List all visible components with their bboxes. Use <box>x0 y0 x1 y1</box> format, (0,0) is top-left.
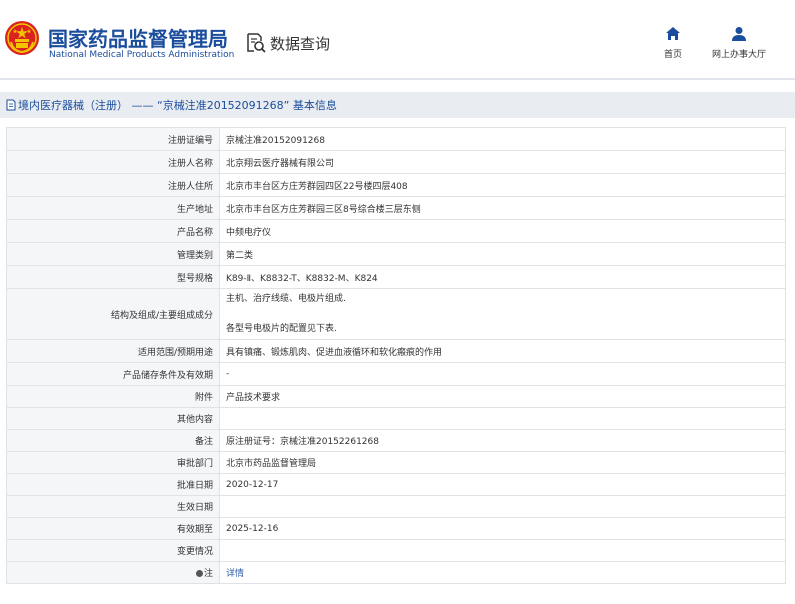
row-value-line: 主机、治疗线缆、电极片组成. <box>226 294 346 304</box>
row-label: 管理类别 <box>6 242 220 266</box>
table-row: 管理类别 第二类 <box>6 242 786 266</box>
nav-online-service-hall-label: 网上办事大厅 <box>711 50 766 60</box>
table-row: 附件 产品技术要求 <box>6 385 786 408</box>
row-label: 生产地址 <box>6 196 220 220</box>
row-label: 注册证编号 <box>6 127 220 151</box>
table-row: 型号规格 K89-Ⅱ、K8832-T、K8832-M、K824 <box>6 265 786 289</box>
row-value: - <box>219 362 786 386</box>
row-label-text: 注 <box>203 569 213 579</box>
page-title: 境内医疗器械（注册） —— “京械注准20152091268” 基本信息 <box>18 99 337 112</box>
row-value-line: 各型号电极片的配置见下表. <box>226 324 337 334</box>
row-label: 变更情况 <box>6 539 220 562</box>
row-label: 备注 <box>6 429 220 452</box>
data-query-label: 数据查询 <box>270 34 331 53</box>
row-value <box>219 407 786 430</box>
row-value <box>219 539 786 562</box>
nav-home-label: 首页 <box>663 50 682 60</box>
table-row: 结构及组成/主要组成成分 主机、治疗线缆、电极片组成. 各型号电极片的配置见下表… <box>6 288 786 340</box>
row-value: 北京翔云医疗器械有限公司 <box>219 150 786 174</box>
national-emblem-logo[interactable] <box>4 20 40 56</box>
details-link[interactable]: 详情 <box>226 569 244 579</box>
table-row: 批准日期 2020-12-17 <box>6 473 786 496</box>
row-label: 批准日期 <box>6 473 220 496</box>
row-value: 详情 <box>219 561 786 584</box>
table-row: 生效日期 <box>6 495 786 518</box>
row-label: 注册人住所 <box>6 173 220 197</box>
site-name: 国家药品监督管理局 <box>48 27 228 51</box>
row-label: 型号规格 <box>6 265 220 289</box>
row-label: 其他内容 <box>6 407 220 430</box>
row-value: 北京市丰台区方庄芳群园四区22号楼四层408 <box>219 173 786 197</box>
table-row: 产品名称 中频电疗仪 <box>6 219 786 243</box>
row-value: 京械注准20152091268 <box>219 127 786 151</box>
table-row: 其他内容 <box>6 407 786 430</box>
row-label: 附件 <box>6 385 220 408</box>
table-row: 变更情况 <box>6 539 786 562</box>
table-row: 备注 原注册证号：京械注准20152261268 <box>6 429 786 452</box>
home-icon <box>666 27 680 40</box>
row-value: 第二类 <box>219 242 786 266</box>
table-row: 注册人名称 北京翔云医疗器械有限公司 <box>6 150 786 174</box>
info-icon <box>195 570 203 577</box>
row-value: 北京市药品监督管理局 <box>219 451 786 474</box>
row-value: K89-Ⅱ、K8832-T、K8832-M、K824 <box>219 265 786 289</box>
table-row: 生产地址 北京市丰台区方庄芳群园三区8号综合楼三层东侧 <box>6 196 786 220</box>
row-label: 有效期至 <box>6 517 220 540</box>
row-label: 注册人名称 <box>6 150 220 174</box>
row-label: 审批部门 <box>6 451 220 474</box>
site-name-en: National Medical Products Administration <box>49 50 235 60</box>
row-value: 产品技术要求 <box>219 385 786 408</box>
breadcrumb: 境内医疗器械（注册） —— “京械注准20152091268” 基本信息 <box>0 92 795 118</box>
registration-details-table: 注册证编号 京械注准20152091268 注册人名称 北京翔云医疗器械有限公司… <box>6 127 786 584</box>
site-header: 国家药品监督管理局 National Medical Products Admi… <box>0 0 795 78</box>
table-row: 有效期至 2025-12-16 <box>6 517 786 540</box>
row-label: 产品储存条件及有效期 <box>6 362 220 386</box>
nav-online-service-hall[interactable]: 网上办事大厅 <box>709 26 769 60</box>
row-value: 原注册证号：京械注准20152261268 <box>219 429 786 452</box>
row-label: 产品名称 <box>6 219 220 243</box>
table-row: 注 详情 <box>6 561 786 584</box>
row-label: 适用范围/预期用途 <box>6 339 220 363</box>
table-row: 适用范围/预期用途 具有镇痛、锻炼肌肉、促进血液循环和软化瘢痕的作用 <box>6 339 786 363</box>
table-row: 注册证编号 京械注准20152091268 <box>6 127 786 151</box>
table-row: 产品储存条件及有效期 - <box>6 362 786 386</box>
table-row: 审批部门 北京市药品监督管理局 <box>6 451 786 474</box>
document-search-icon <box>247 33 266 53</box>
row-label: 结构及组成/主要组成成分 <box>6 288 220 340</box>
row-label: 注 <box>6 561 220 584</box>
data-query-link[interactable]: 数据查询 <box>246 31 330 55</box>
row-value: 中频电疗仪 <box>219 219 786 243</box>
table-row: 注册人住所 北京市丰台区方庄芳群园四区22号楼四层408 <box>6 173 786 197</box>
row-value: 2020-12-17 <box>219 473 786 496</box>
user-icon <box>732 27 746 41</box>
row-value: 主机、治疗线缆、电极片组成. 各型号电极片的配置见下表. <box>219 288 786 340</box>
nav-home[interactable]: 首页 <box>661 26 685 60</box>
row-value: 2025-12-16 <box>219 517 786 540</box>
document-icon <box>6 99 16 111</box>
row-value: 具有镇痛、锻炼肌肉、促进血液循环和软化瘢痕的作用 <box>219 339 786 363</box>
header-divider <box>0 78 795 80</box>
row-label: 生效日期 <box>6 495 220 518</box>
row-value <box>219 495 786 518</box>
row-value: 北京市丰台区方庄芳群园三区8号综合楼三层东侧 <box>219 196 786 220</box>
